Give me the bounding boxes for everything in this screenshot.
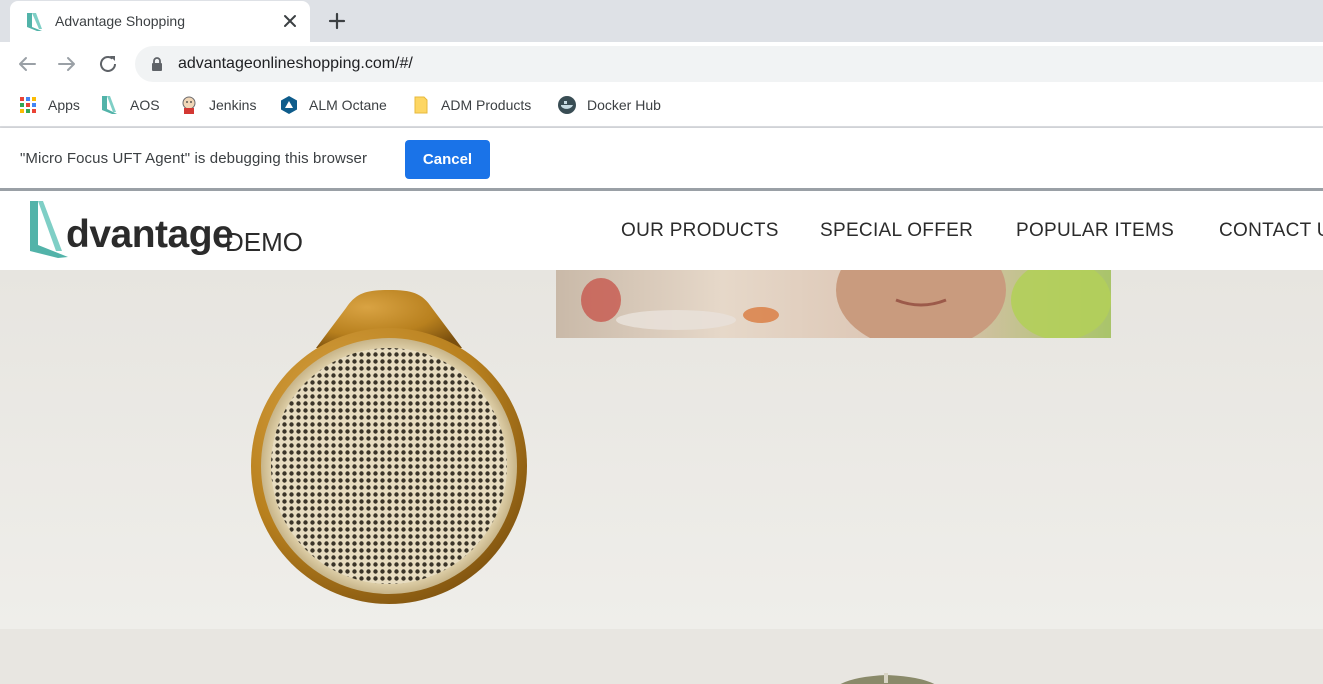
browser-toolbar: advantageonlineshopping.com/#/ [0, 42, 1323, 86]
bookmark-label: ADM Products [441, 97, 532, 113]
browser-tab[interactable]: Advantage Shopping [10, 1, 310, 42]
product-image-partial [840, 673, 935, 684]
bookmark-docker-hub[interactable]: Docker Hub [557, 94, 661, 116]
nav-popular-items[interactable]: POPULAR ITEMS [1016, 220, 1174, 242]
web-page: dvantage DEMO OUR PRODUCTS SPECIAL OFFER… [0, 191, 1323, 684]
aos-logo-icon [27, 13, 42, 31]
bookmark-jenkins[interactable]: Jenkins [179, 94, 256, 116]
docker-icon [558, 96, 576, 114]
bookmarks-bar: Apps AOS Jenkins ALM Octane ADM Products [0, 86, 1323, 128]
bookmark-adm-products[interactable]: ADM Products [411, 94, 531, 116]
hero-section [0, 270, 1323, 629]
back-arrow-icon[interactable] [15, 52, 39, 76]
cancel-button[interactable]: Cancel [405, 140, 490, 179]
site-header: dvantage DEMO OUR PRODUCTS SPECIAL OFFER… [0, 191, 1323, 270]
url-text: advantageonlineshopping.com/#/ [178, 55, 413, 72]
bookmark-label: AOS [130, 97, 160, 113]
apps-grid-icon [20, 97, 36, 113]
tab-strip: Advantage Shopping [0, 0, 1323, 42]
aos-logo-icon [30, 201, 68, 258]
logo-wordmark: dvantage [66, 213, 234, 256]
debugging-infobar: "Micro Focus UFT Agent" is debugging thi… [0, 128, 1323, 191]
tab-title: Advantage Shopping [55, 13, 185, 29]
lock-icon [152, 57, 162, 71]
bookmark-label: ALM Octane [309, 97, 387, 113]
logo-demo-text: DEMO [225, 227, 303, 257]
nav-special-offer[interactable]: SPECIAL OFFER [820, 220, 973, 242]
forward-arrow-icon[interactable] [55, 52, 79, 76]
bookmark-aos[interactable]: AOS [100, 94, 160, 116]
jenkins-icon [182, 96, 196, 114]
bookmark-label: Jenkins [209, 97, 257, 113]
aos-logo-icon [102, 96, 117, 114]
banner-photo [556, 270, 1111, 338]
octane-icon [281, 96, 297, 114]
folder-icon [414, 96, 428, 114]
close-tab-icon[interactable] [280, 11, 300, 31]
nav-contact-us[interactable]: CONTACT US [1219, 220, 1323, 242]
bookmark-alm-octane[interactable]: ALM Octane [279, 94, 387, 116]
second-hero-section [0, 629, 1323, 684]
nav-our-products[interactable]: OUR PRODUCTS [621, 220, 779, 242]
new-tab-icon[interactable] [325, 9, 349, 33]
speaker-product-image[interactable] [246, 288, 532, 608]
bookmark-label: Docker Hub [587, 97, 661, 113]
debugging-message: "Micro Focus UFT Agent" is debugging thi… [20, 150, 368, 167]
bookmark-label: Apps [48, 97, 80, 113]
bookmark-apps[interactable]: Apps [18, 94, 80, 116]
address-bar[interactable]: advantageonlineshopping.com/#/ [135, 46, 1323, 82]
reload-icon[interactable] [96, 52, 120, 76]
